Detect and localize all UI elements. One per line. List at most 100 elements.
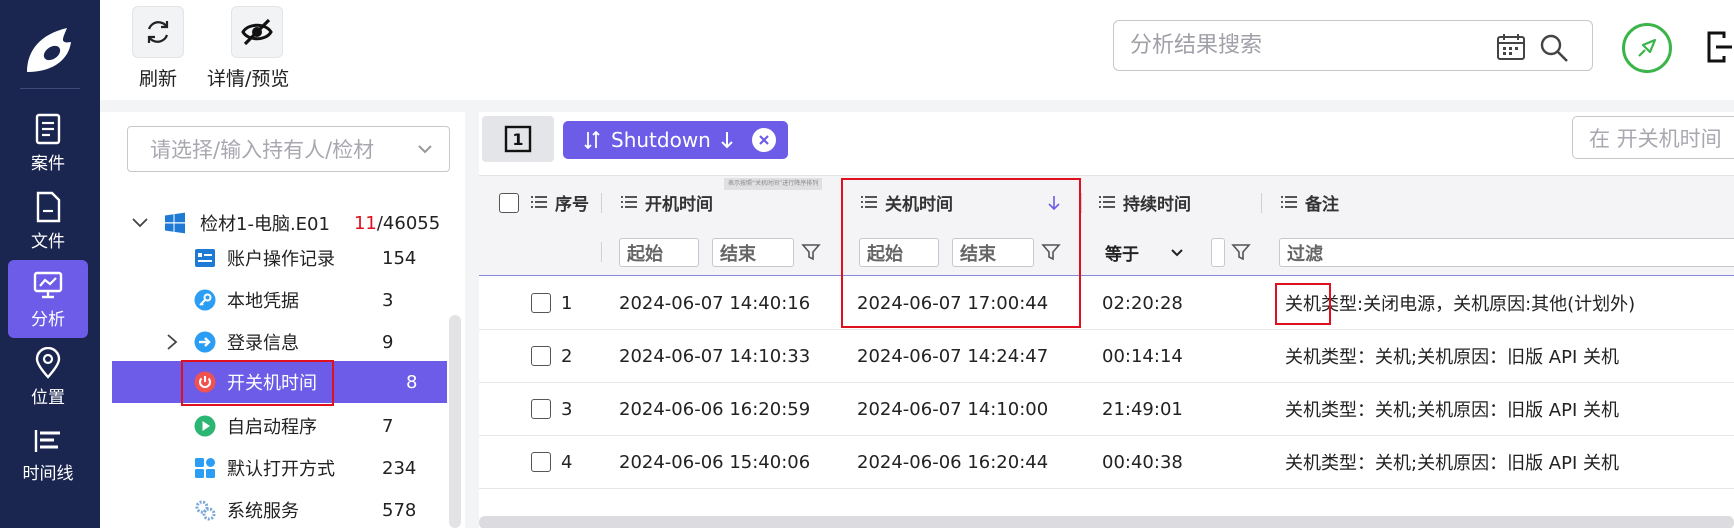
nav-item-analysis[interactable]: 分析: [8, 260, 88, 338]
row-checkbox[interactable]: [531, 346, 551, 366]
evidence-owner-select[interactable]: 请选择/输入持有人/检材: [127, 126, 450, 172]
duration-operator-select[interactable]: 等于: [1105, 238, 1185, 267]
shutdown-time-cell: 2024-06-06 16:20:44: [857, 451, 1049, 473]
nav-item-file[interactable]: 文件: [8, 182, 88, 260]
row-checkbox[interactable]: [531, 399, 551, 419]
list-icon: [1281, 196, 1297, 208]
shutdown-time-end-filter[interactable]: 结束: [952, 238, 1034, 267]
tree-item-startup-programs[interactable]: 自启动程序 7: [112, 405, 447, 447]
column-header-shutdown-time[interactable]: 关机时间: [861, 176, 953, 228]
tree-item-count: 7: [382, 415, 394, 437]
tree-item-system-services[interactable]: 系统服务 578: [112, 489, 447, 528]
single-column-icon: 1: [504, 125, 532, 153]
tree-root-evidence[interactable]: 检材1-电脑.E01 11 /46055: [130, 208, 440, 238]
duration-cell: 02:20:28: [1102, 292, 1183, 314]
exit-button[interactable]: [1706, 30, 1732, 68]
nav-item-case[interactable]: 案件: [8, 104, 88, 182]
chevron-down-icon: [1171, 248, 1183, 256]
column-header-label: 序号: [555, 194, 589, 215]
login-icon: [194, 331, 216, 353]
tree-item-default-open[interactable]: 默认打开方式 234: [112, 447, 447, 489]
left-nav: 案件 文件 分析 位置 时间线: [0, 0, 100, 528]
table-filter-row: 起始 结束 起始 结束 等于 过滤: [479, 228, 1734, 276]
note-cell: 关机类型:关闭电源，关机原因:其他(计划外): [1285, 294, 1636, 315]
column-header-label: 持续时间: [1123, 194, 1191, 215]
column-header-label: 备注: [1305, 194, 1339, 215]
tree-item-label: 自启动程序: [227, 417, 317, 438]
pin-button[interactable]: [1622, 23, 1672, 73]
svg-text:1: 1: [512, 130, 523, 149]
table-row[interactable]: 1 2024-06-07 14:40:16 2024-06-07 17:00:4…: [479, 277, 1734, 330]
note-cell: 关机类型：关机;关机原因：旧版 API 关机: [1285, 400, 1619, 421]
duration-cell: 21:49:01: [1102, 398, 1183, 420]
column-header-note[interactable]: 备注: [1281, 176, 1339, 228]
column-header-index[interactable]: 序号: [531, 176, 589, 228]
calendar-icon[interactable]: [1496, 33, 1526, 61]
analysis-search-input[interactable]: [1130, 33, 1500, 58]
tree-item-count: 234: [382, 457, 417, 479]
column-divider[interactable]: [1081, 193, 1082, 213]
sort-desc-arrow-icon[interactable]: [1047, 195, 1061, 211]
chevron-right-icon[interactable]: [165, 332, 179, 352]
filter-funnel-icon[interactable]: [1231, 242, 1251, 262]
sort-filter-chip[interactable]: Shutdown: [563, 121, 788, 159]
note-filter-input[interactable]: 过滤: [1279, 238, 1734, 267]
row-index: 2: [561, 345, 573, 367]
list-icon: [621, 196, 637, 208]
column-header-boot-time[interactable]: 开机时间: [621, 176, 713, 228]
duration-cell: 00:40:38: [1102, 451, 1183, 473]
column-header-label: 关机时间: [885, 194, 953, 215]
filter-placeholder: 起始: [627, 243, 663, 265]
detail-preview-label: 详情/预览: [207, 68, 290, 90]
filter-funnel-icon[interactable]: [801, 242, 821, 262]
account-log-icon: [195, 249, 215, 267]
tree-item-account-log[interactable]: 账户操作记录 154: [112, 237, 447, 279]
exit-icon: [1707, 31, 1732, 63]
refresh-button[interactable]: 刷新: [132, 6, 184, 91]
key-icon: [194, 289, 216, 311]
table-search-input[interactable]: 在 开关机时间: [1572, 116, 1734, 159]
tree-scrollbar[interactable]: [449, 315, 461, 528]
column-divider[interactable]: [1261, 193, 1262, 213]
monitor-chart-icon: [33, 271, 63, 298]
detail-preview-button[interactable]: 详情/预览: [207, 6, 289, 91]
nav-item-timeline[interactable]: 时间线: [8, 416, 88, 494]
panel-separator: [465, 112, 479, 528]
filter-funnel-icon[interactable]: [1041, 242, 1061, 262]
boot-time-start-filter[interactable]: 起始: [619, 238, 699, 267]
filter-placeholder: 结束: [960, 243, 996, 265]
shutdown-time-start-filter[interactable]: 起始: [859, 238, 939, 267]
table-row[interactable]: 3 2024-06-06 16:20:59 2024-06-07 14:10:0…: [479, 383, 1734, 436]
table-row[interactable]: 2 2024-06-07 14:10:33 2024-06-07 14:24:4…: [479, 330, 1734, 383]
tree-item-login-info[interactable]: 登录信息 9: [112, 321, 447, 363]
play-icon: [194, 415, 216, 437]
table-row[interactable]: 4 2024-06-06 15:40:06 2024-06-06 16:20:4…: [479, 436, 1734, 489]
search-icon[interactable]: [1539, 33, 1569, 63]
chevron-down-icon[interactable]: [130, 213, 150, 233]
tree-item-count: 8: [406, 371, 418, 393]
row-checkbox[interactable]: [531, 452, 551, 472]
duration-cell: 00:14:14: [1102, 345, 1183, 367]
select-all-checkbox[interactable]: [499, 193, 519, 213]
operator-label: 等于: [1105, 245, 1139, 265]
table-horizontal-scrollbar[interactable]: [479, 516, 1734, 528]
duration-value-input[interactable]: [1211, 238, 1225, 267]
shutdown-time-cell: 2024-06-07 14:10:00: [857, 398, 1049, 420]
sort-icon: [584, 130, 600, 150]
row-checkbox[interactable]: [531, 293, 551, 313]
boot-time-end-filter[interactable]: 结束: [712, 238, 794, 267]
column-layout-button[interactable]: 1: [482, 116, 554, 162]
tree-item-local-credentials[interactable]: 本地凭据 3: [112, 279, 447, 321]
chevron-down-icon: [418, 145, 432, 154]
nav-item-location[interactable]: 位置: [8, 338, 88, 416]
column-divider[interactable]: [601, 193, 602, 213]
column-header-duration[interactable]: 持续时间: [1099, 176, 1191, 228]
tree-item-label: 账户操作记录: [227, 249, 335, 270]
analysis-search-box[interactable]: [1113, 20, 1593, 71]
remove-chip-button[interactable]: [752, 128, 776, 152]
tree-item-power-time[interactable]: 开关机时间 8: [112, 361, 447, 403]
app-logo-icon: [0, 10, 100, 92]
list-icon: [861, 196, 877, 208]
refresh-icon: [147, 21, 169, 43]
tree-item-count: 3: [382, 289, 394, 311]
